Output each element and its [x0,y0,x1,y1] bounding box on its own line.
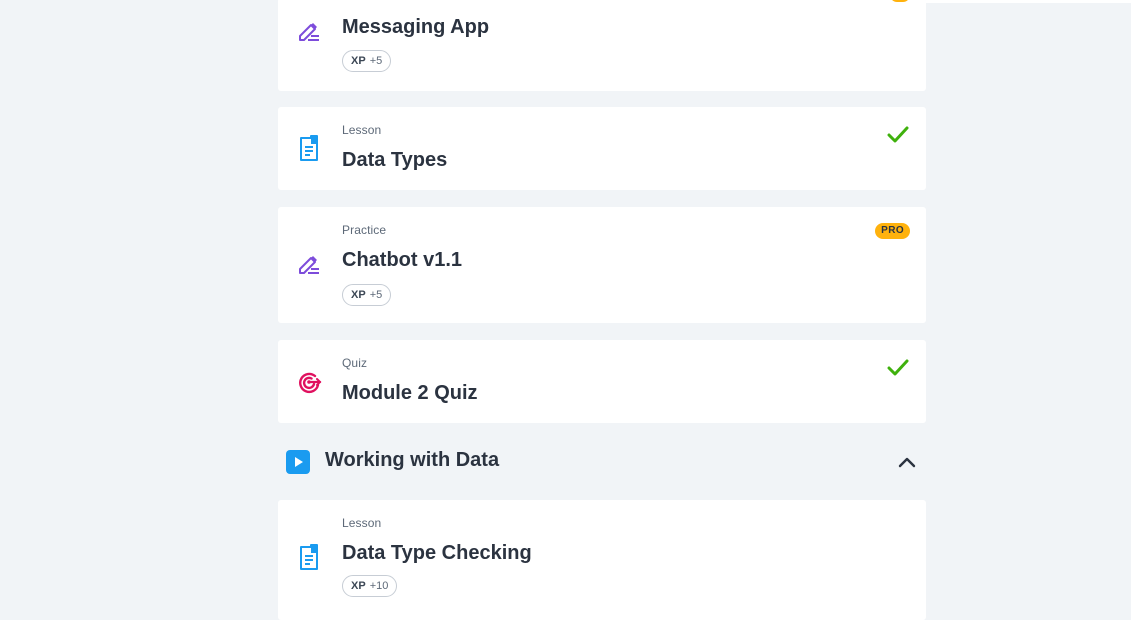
card-title: Module 2 Quiz [342,382,478,404]
card-kind: Lesson [342,123,382,137]
document-icon [296,135,322,161]
xp-value: +5 [369,289,383,301]
lesson-card-messaging-app[interactable]: Messaging App XP +5 [278,0,926,91]
section-title: Working with Data [325,449,500,471]
xp-value: +5 [369,55,383,67]
quiz-card-module-2[interactable]: Quiz Module 2 Quiz [278,340,926,423]
pro-badge-partial [890,0,910,2]
target-icon [296,369,322,395]
xp-reward-pill: XP +10 [342,575,398,597]
lesson-card-data-types[interactable]: Lesson Data Types [278,107,926,190]
pencil-edit-icon [296,253,322,279]
card-title: Chatbot v1.1 [342,249,463,271]
card-title: Data Type Checking [342,542,532,564]
document-icon [296,544,322,570]
pencil-edit-icon [296,20,322,46]
card-title: Data Types [342,149,448,171]
xp-label: XP [351,289,366,301]
check-icon [886,356,910,380]
card-kind: Quiz [342,356,368,370]
chevron-up-icon[interactable] [896,451,918,473]
section-header-working-with-data[interactable]: Working with Data [278,440,926,484]
play-icon [286,450,310,474]
card-title: Messaging App [342,16,490,38]
pro-badge: PRO [875,223,910,239]
xp-reward-pill: XP +5 [342,284,392,306]
xp-value: +10 [369,580,389,592]
top-edge-strip [926,0,1131,3]
lesson-card-data-type-checking[interactable]: Lesson Data Type Checking XP +10 [278,500,926,620]
xp-label: XP [351,580,366,592]
xp-reward-pill: XP +5 [342,50,392,72]
card-kind: Lesson [342,516,382,530]
xp-label: XP [351,55,366,67]
practice-card-chatbot[interactable]: Practice Chatbot v1.1 PRO XP +5 [278,207,926,323]
card-kind: Practice [342,223,387,237]
check-icon [886,123,910,147]
